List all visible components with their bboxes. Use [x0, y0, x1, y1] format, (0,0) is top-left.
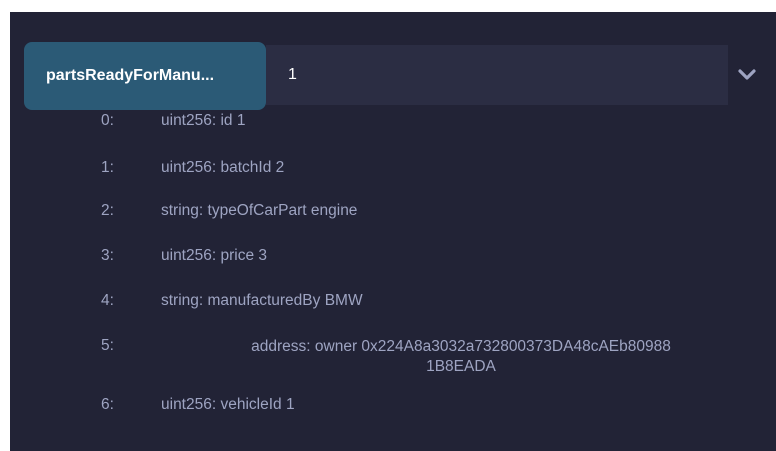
expand-toggle-button[interactable] — [732, 60, 762, 90]
parameter-value: 1 — [288, 66, 297, 83]
function-name-label: partsReadyForManu... — [46, 67, 215, 84]
function-parameter-input[interactable]: 1 — [266, 45, 728, 105]
contract-function-panel: partsReadyForManu... 1 0: uint256: id 1 … — [10, 12, 776, 451]
address-line-1: address: owner 0x224A8a3032a732800373DA4… — [251, 338, 671, 355]
output-index: 1: — [101, 159, 114, 176]
address-line-2: 1B8EADA — [426, 358, 496, 375]
output-value: uint256: id 1 — [161, 112, 246, 129]
output-index: 2: — [101, 202, 114, 219]
output-value: string: typeOfCarPart engine — [161, 202, 358, 219]
chevron-down-icon — [738, 69, 756, 80]
output-value: uint256: price 3 — [161, 247, 267, 264]
output-value: address: owner 0x224A8a3032a732800373DA4… — [166, 337, 756, 377]
output-index: 4: — [101, 292, 114, 309]
output-value: string: manufacturedBy BMW — [161, 292, 363, 309]
output-index: 6: — [101, 396, 114, 413]
output-value: uint256: batchId 2 — [161, 159, 285, 176]
output-index: 5: — [101, 337, 114, 354]
call-function-button[interactable]: partsReadyForManu... — [24, 42, 266, 110]
output-index: 3: — [101, 247, 114, 264]
output-index: 0: — [101, 112, 114, 129]
output-value: uint256: vehicleId 1 — [161, 396, 295, 413]
